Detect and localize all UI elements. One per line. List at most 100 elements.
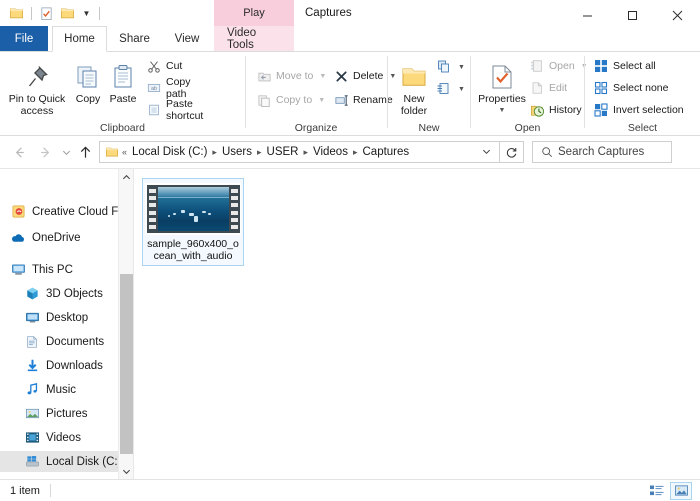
scroll-down-arrow-icon[interactable] [119, 463, 133, 479]
downloads-icon [24, 358, 40, 374]
rename-button[interactable]: Rename [333, 90, 393, 110]
nav-item-documents[interactable]: Documents [24, 331, 129, 352]
copy-to-chevron-down-icon[interactable]: ▼ [318, 97, 325, 104]
tab-view[interactable]: View [162, 26, 212, 52]
nav-item-desktop[interactable]: Desktop [24, 307, 129, 328]
nav-pane-scrollbar[interactable] [118, 169, 133, 479]
properties-button[interactable]: Properties ▼ [473, 55, 531, 117]
quick-access-toolbar: ▼ [8, 0, 102, 26]
search-box[interactable]: Search Captures [532, 141, 672, 163]
nav-item-videos[interactable]: Videos [24, 427, 129, 448]
qat-separator-1 [31, 6, 32, 20]
select-none-label: Select none [613, 82, 669, 94]
history-button[interactable]: History [529, 100, 582, 120]
tab-share[interactable]: Share [107, 26, 162, 52]
nav-label-desktop: Desktop [46, 311, 89, 324]
scroll-up-arrow-icon[interactable] [119, 169, 133, 185]
new-folder-label-2: folder [400, 105, 428, 117]
breadcrumb-chevron-0[interactable]: ▸ [210, 147, 219, 158]
search-input[interactable]: Search Captures [558, 146, 644, 158]
breadcrumb-item-3[interactable]: Videos [310, 146, 351, 158]
properties-chevron-down-icon[interactable]: ▼ [473, 105, 531, 117]
new-item-chevron-down-icon[interactable]: ▼ [458, 64, 465, 71]
history-label: History [549, 104, 582, 116]
nav-item-this-pc[interactable]: This PC [10, 259, 120, 280]
invert-selection-icon [593, 102, 609, 118]
folder-icon[interactable] [59, 5, 76, 22]
address-chevron-down-icon[interactable] [477, 147, 495, 158]
new-folder-label-1: New [403, 93, 425, 105]
nav-item-music[interactable]: Music [24, 379, 129, 400]
customize-quick-access-toolbar-button[interactable]: ▼ [80, 5, 93, 22]
tab-file[interactable]: File [0, 26, 48, 52]
breadcrumb-overflow[interactable]: « [120, 147, 129, 157]
copy-icon [70, 55, 106, 91]
refresh-icon[interactable] [500, 141, 524, 163]
breadcrumb-item-1[interactable]: Users [219, 146, 255, 158]
move-to-button[interactable]: Move to ▼ [256, 66, 326, 86]
new-folder-button[interactable]: New folder [392, 55, 436, 117]
cut-label: Cut [166, 60, 183, 72]
select-none-button[interactable]: Select none [593, 78, 668, 98]
checked-document-icon[interactable] [38, 5, 55, 22]
open-button[interactable]: Open ▼ [529, 56, 588, 76]
nav-label-3d-objects: 3D Objects [46, 287, 103, 300]
paste-button[interactable]: Paste [104, 55, 142, 105]
address-bar[interactable]: « Local Disk (C:) ▸ Users ▸ USER ▸ Video… [99, 141, 500, 163]
nav-item-creative-cloud-files[interactable]: Creative Cloud Fil [10, 201, 123, 222]
breadcrumb-chevron-3[interactable]: ▸ [351, 147, 360, 158]
properties-icon[interactable] [8, 5, 25, 22]
pin-to-quick-access-label-2: access [20, 105, 54, 117]
copy-path-button[interactable]: ab Copy path [146, 76, 191, 100]
easy-access-button[interactable]: ▼ [436, 79, 465, 99]
open-icon [529, 58, 545, 74]
breadcrumb-item-0[interactable]: Local Disk (C:) [129, 146, 210, 158]
details-view-icon[interactable] [646, 482, 668, 500]
cut-button[interactable]: Cut [146, 56, 182, 76]
breadcrumb-item-4[interactable]: Captures [360, 146, 413, 158]
nav-item-onedrive[interactable]: OneDrive [10, 227, 120, 248]
navigation-pane: Creative Cloud Fil OneDrive This PC 3D O… [0, 169, 134, 479]
file-explorer-window: ▼ Play Captures ? File Home Share View [0, 0, 700, 501]
pin-to-quick-access-button[interactable]: Pin to Quick access [6, 55, 68, 117]
breadcrumb-chevron-1[interactable]: ▸ [255, 147, 264, 158]
nav-item-3d-objects[interactable]: 3D Objects [24, 283, 129, 304]
new-item-icon [436, 59, 452, 75]
tab-video-tools[interactable]: Video Tools [214, 26, 294, 52]
easy-access-chevron-down-icon[interactable]: ▼ [458, 86, 465, 93]
view-mode-buttons [646, 481, 700, 500]
nav-item-local-disk-c[interactable]: Local Disk (C:) [0, 451, 133, 472]
move-to-chevron-down-icon[interactable]: ▼ [319, 73, 326, 80]
large-icons-view-icon[interactable] [670, 481, 692, 500]
status-separator [49, 484, 51, 497]
breadcrumb-item-2[interactable]: USER [264, 146, 302, 158]
tab-home[interactable]: Home [52, 26, 107, 52]
up-arrow-icon[interactable] [74, 139, 96, 165]
nav-item-downloads[interactable]: Downloads [24, 355, 129, 376]
contextual-tab-title: Play [214, 0, 294, 26]
breadcrumb-chevron-2[interactable]: ▸ [301, 147, 310, 158]
ribbon-group-new: New folder ▼ ▼ New [388, 52, 470, 136]
window-title: Captures [305, 7, 352, 19]
group-label-clipboard: Clipboard [100, 122, 145, 134]
local-disk-icon [24, 454, 40, 470]
copy-button[interactable]: Copy [70, 55, 106, 105]
copy-path-label: Copy path [166, 76, 191, 100]
paste-shortcut-button[interactable]: Paste shortcut [146, 98, 203, 122]
desktop-icon [24, 310, 40, 326]
forward-arrow-icon[interactable] [32, 139, 58, 165]
delete-label: Delete [353, 70, 384, 82]
file-item[interactable]: sample_960x400_ocean_with_audio [142, 178, 244, 266]
file-list-view[interactable]: sample_960x400_ocean_with_audio [134, 169, 700, 479]
back-arrow-icon[interactable] [6, 139, 32, 165]
invert-selection-button[interactable]: Invert selection [593, 100, 684, 120]
nav-item-pictures[interactable]: Pictures [24, 403, 129, 424]
move-to-label: Move to [276, 70, 314, 82]
ribbon-tabs: File Home Share View Video Tools [0, 26, 700, 52]
scrollbar-thumb[interactable] [120, 274, 133, 454]
edit-button[interactable]: Edit [529, 78, 567, 98]
recent-locations-chevron-down-icon[interactable] [58, 139, 74, 165]
select-all-button[interactable]: Select all [593, 56, 656, 76]
new-item-button[interactable]: ▼ [436, 57, 465, 77]
copy-to-button[interactable]: Copy to ▼ [256, 90, 325, 110]
